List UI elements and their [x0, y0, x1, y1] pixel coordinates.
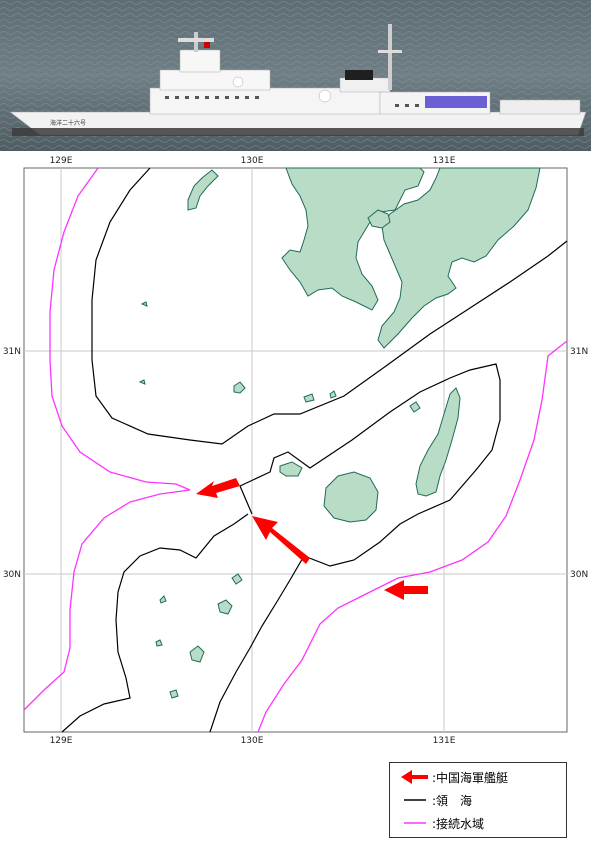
red-arrow-icon: [398, 767, 432, 787]
legend-label-ship: :中国海軍艦艇: [432, 770, 509, 785]
legend-item-ship: :中国海軍艦艇: [398, 767, 508, 787]
lat-tick-right-31: 31N: [570, 347, 588, 357]
legend-label-territorial: :領 海: [432, 793, 473, 808]
tokara-islet-4: [169, 689, 179, 699]
black-line-icon: [398, 790, 432, 810]
magenta-line-icon: [398, 813, 432, 833]
legend: :中国海軍艦艇 :領 海 :接続水域: [389, 762, 567, 838]
lon-tick-top-131: 131E: [433, 156, 456, 166]
lon-tick-top-129: 129E: [50, 156, 73, 166]
map: 129E 130E 131E 129E 130E 131E 31N 31N 30…: [3, 156, 588, 746]
legend-label-contiguous: :接続水域: [432, 816, 485, 831]
ship-photo: 海洋二十六号: [0, 0, 591, 151]
lat-tick-right-30: 30N: [570, 570, 588, 580]
lon-tick-bottom-130: 130E: [241, 736, 264, 746]
legend-item-contiguous: :接続水域: [398, 813, 484, 833]
hull-text: 海洋二十六号: [50, 119, 86, 127]
lat-tick-left-30: 30N: [3, 570, 21, 580]
lon-tick-top-130: 130E: [241, 156, 264, 166]
lon-tick-bottom-129: 129E: [50, 736, 73, 746]
lon-tick-bottom-131: 131E: [433, 736, 456, 746]
legend-item-territorial: :領 海: [398, 790, 472, 810]
lat-tick-left-31: 31N: [3, 347, 21, 357]
